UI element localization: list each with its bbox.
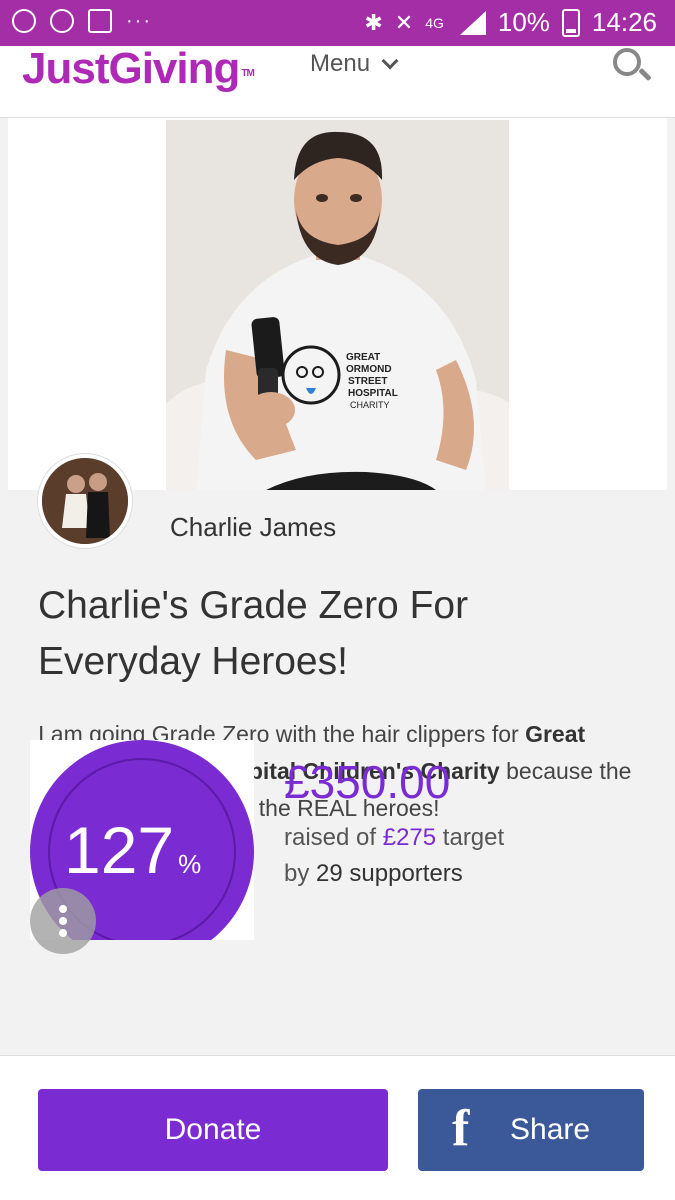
emoji-icon	[50, 9, 74, 33]
action-bar: Donate f Share	[0, 1055, 675, 1200]
amount-raised: £350.00	[284, 756, 451, 808]
whatsapp-icon	[12, 9, 36, 33]
share-button[interactable]: f Share	[418, 1089, 644, 1171]
more-notifications-icon: ···	[126, 9, 152, 32]
menu-label: Menu	[310, 50, 371, 77]
status-bar: ··· ✱ ✕ 4G 10% 14:26	[0, 0, 675, 46]
clock: 14:26	[591, 7, 657, 37]
shirt-text-2: ORMOND	[346, 364, 392, 375]
fundraising-page: GREAT ORMOND STREET HOSPITAL CHARITY Cha…	[8, 118, 667, 1200]
supporters-count: 29 supporters	[316, 860, 463, 887]
facebook-icon: f	[452, 1100, 470, 1157]
network-type: 4G	[425, 14, 444, 31]
avatar[interactable]	[38, 454, 132, 548]
battery-icon	[561, 8, 580, 37]
donate-button[interactable]: Donate	[38, 1089, 388, 1171]
hero-section: GREAT ORMOND STREET HOSPITAL CHARITY	[8, 118, 667, 490]
menu-button[interactable]: Menu	[310, 50, 399, 78]
progress-percent: 127%	[64, 813, 202, 887]
avatar-photo	[42, 458, 128, 544]
fundraiser-photo: GREAT ORMOND STREET HOSPITAL CHARITY	[166, 120, 509, 490]
target-info: raised of £275 target by 29 supporters	[284, 824, 505, 887]
page-owner-name[interactable]: Charlie James	[170, 512, 336, 543]
signal-icon	[456, 10, 486, 35]
bluetooth-icon: ✱	[364, 9, 383, 35]
share-label: Share	[510, 1113, 591, 1146]
chevron-down-icon	[381, 52, 399, 70]
shirt-text-1: GREAT	[346, 352, 380, 363]
shirt-text-5: CHARITY	[350, 400, 390, 410]
page-title: Charlie's Grade Zero For Everyday Heroes…	[38, 584, 469, 683]
hero-photo: GREAT ORMOND STREET HOSPITAL CHARITY	[166, 120, 509, 490]
justgiving-logo[interactable]: JustGiving TM	[22, 44, 255, 94]
battery-percent: 10%	[497, 7, 550, 37]
target-amount: £275	[382, 824, 437, 851]
shirt-text-4: HOSPITAL	[348, 388, 398, 399]
search-icon[interactable]	[611, 46, 652, 86]
mute-icon: ✕	[394, 9, 414, 35]
site-header: JustGiving TM Menu	[0, 44, 675, 118]
shirt-text-3: STREET	[348, 376, 387, 387]
more-options-button[interactable]	[30, 888, 96, 954]
pinwheel-icon	[88, 9, 112, 33]
